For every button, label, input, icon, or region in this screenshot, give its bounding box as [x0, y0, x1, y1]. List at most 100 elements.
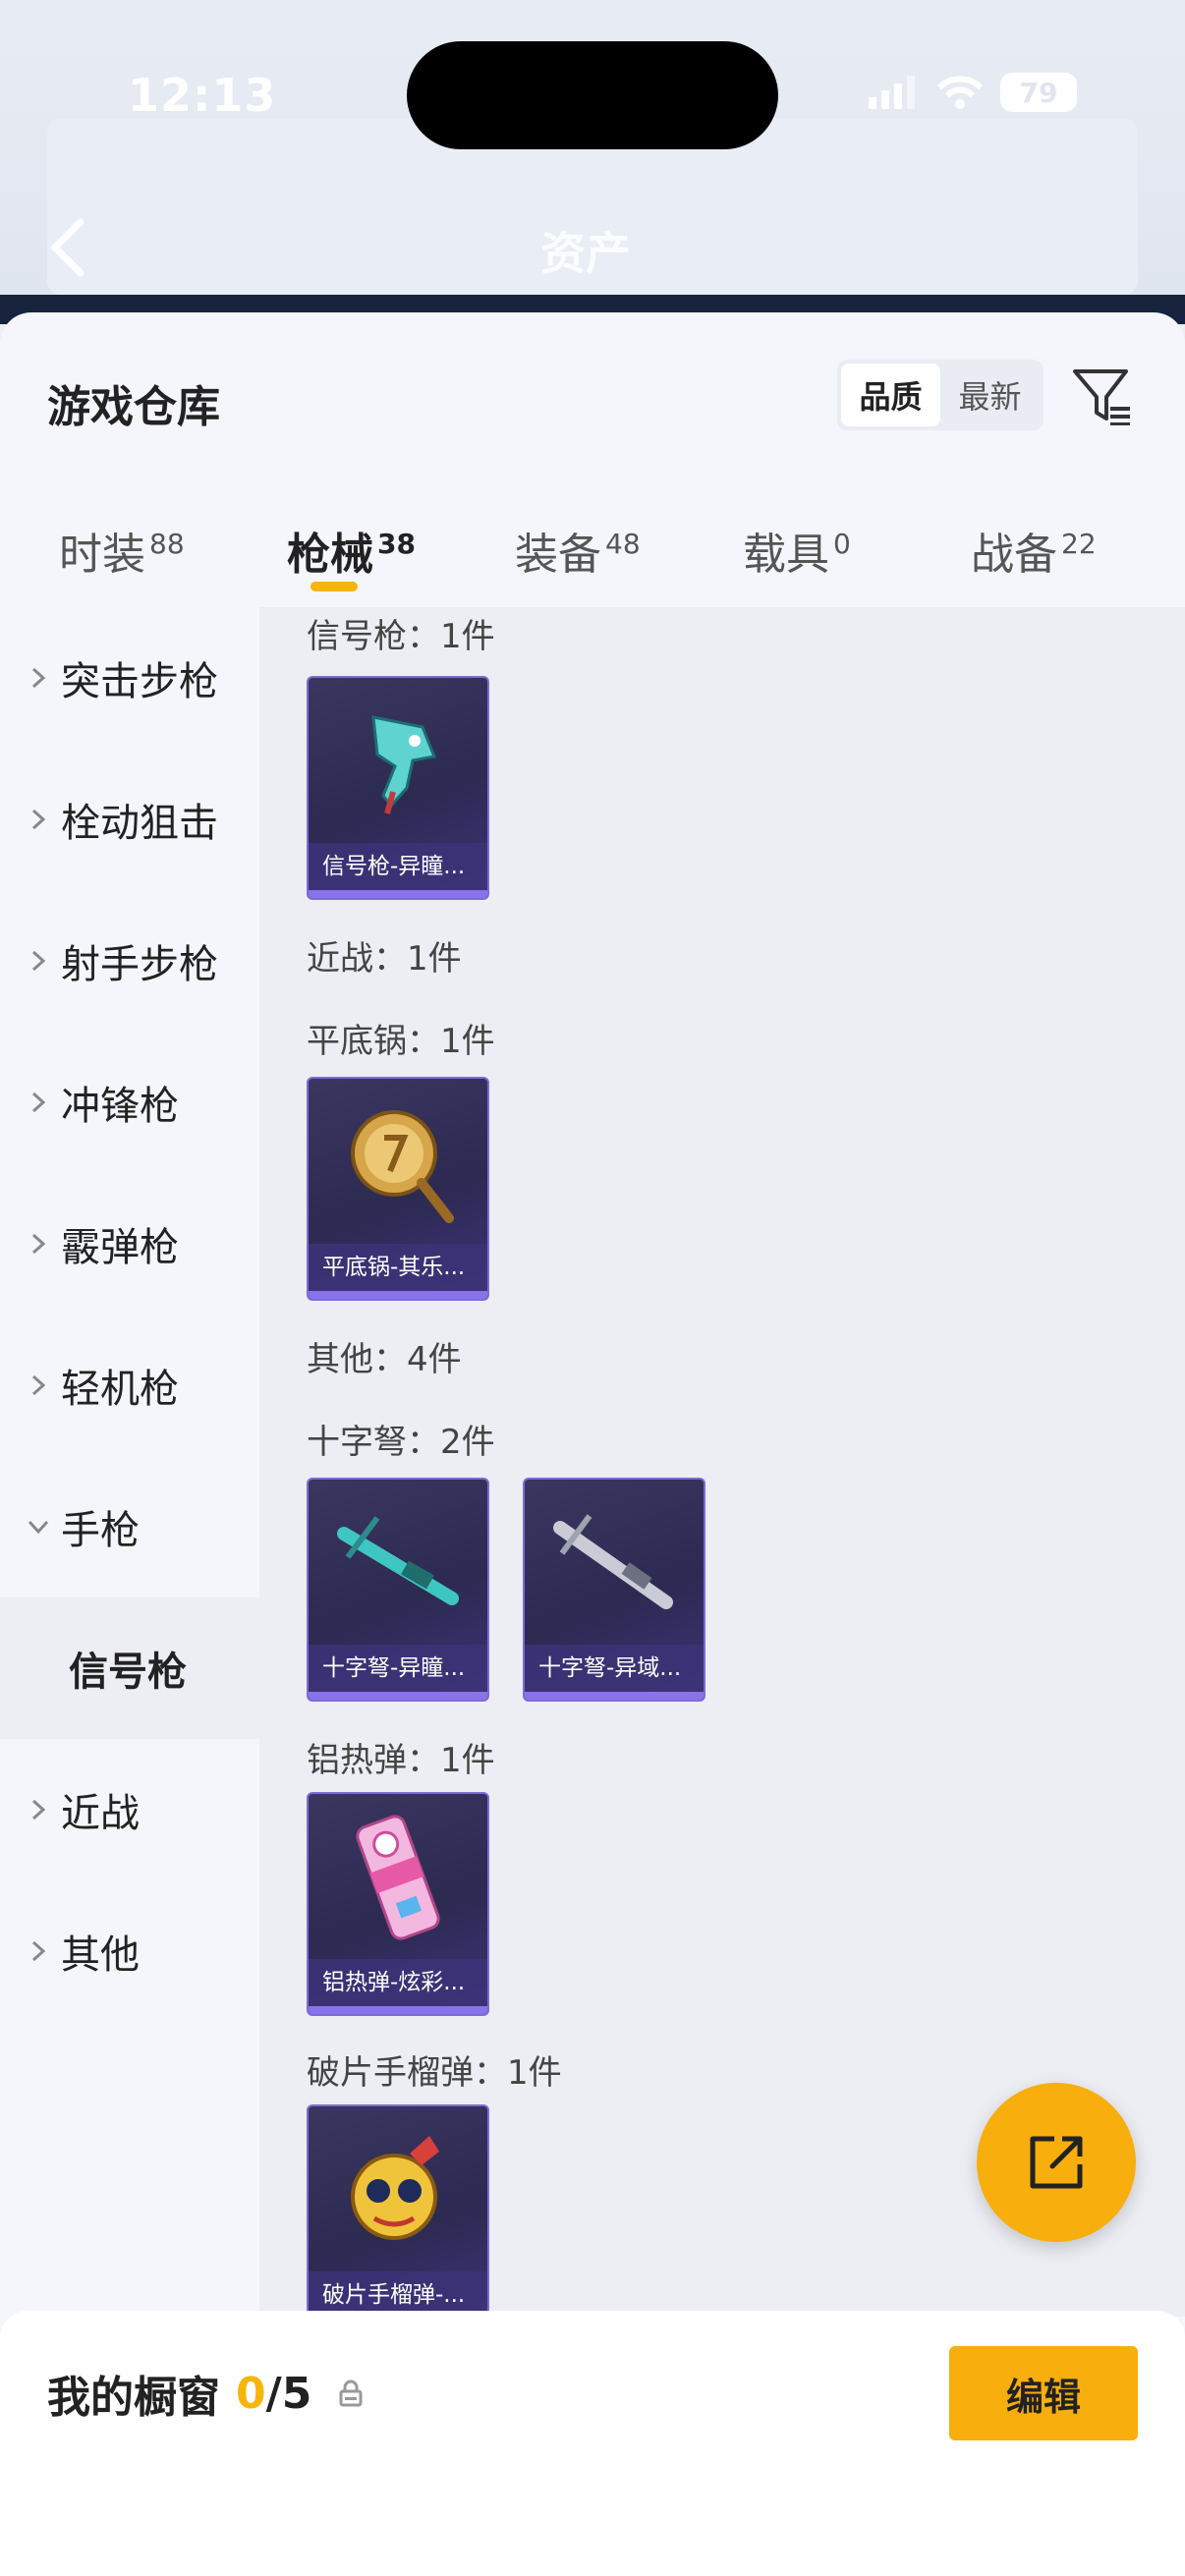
chevron-right-icon	[28, 1233, 49, 1255]
warehouse-panel: 游戏仓库 品质 最新 时装 88 枪械 38 装备 48 载具 0 战备 22 突击步枪 …	[0, 312, 1185, 2576]
tab-count: 0	[833, 528, 851, 561]
tab-equipment[interactable]: 装备 48	[515, 519, 641, 582]
item-card[interactable]: 平底锅-其乐...	[307, 1077, 489, 1301]
group-label: 平底锅：1件	[307, 1022, 495, 1061]
category-assault-rifle[interactable]: 突击步枪	[0, 607, 259, 749]
item-card[interactable]: 破片手榴弹-...	[307, 2104, 489, 2317]
quality-bar	[525, 1692, 704, 1700]
tab-supplies[interactable]: 战备 22	[971, 519, 1097, 582]
chevron-right-icon	[28, 809, 49, 830]
category-flare-gun[interactable]: 信号枪	[0, 1597, 259, 1739]
tab-label: 时装	[59, 530, 145, 580]
category-label: 其他	[61, 1932, 140, 1978]
group-label: 破片手榴弹：1件	[307, 2053, 562, 2093]
category-marksman-rifle[interactable]: 射手步枪	[0, 890, 259, 1032]
back-icon[interactable]	[47, 218, 86, 277]
category-melee[interactable]: 近战	[0, 1739, 259, 1880]
battery-indicator: 79	[1000, 73, 1077, 112]
category-tabs: 时装 88 枪械 38 装备 48 载具 0 战备 22	[0, 499, 1185, 607]
item-name: 十字弩-异瞳...	[309, 1645, 487, 1692]
chevron-right-icon	[28, 1940, 49, 1962]
crossbow-teal-icon	[309, 1480, 487, 1647]
tab-label: 战备	[971, 530, 1057, 580]
signal-icon	[869, 76, 915, 109]
tab-indicator	[310, 582, 358, 591]
chevron-right-icon	[28, 1374, 49, 1396]
status-icons: 79	[869, 73, 1077, 112]
tab-label: 载具	[743, 530, 829, 580]
frying-pan-icon	[309, 1079, 487, 1246]
share-button[interactable]	[977, 2083, 1136, 2242]
tab-vehicles[interactable]: 载具 0	[743, 519, 851, 582]
category-label: 栓动狙击	[61, 801, 218, 846]
crossbow-silver-icon	[525, 1480, 704, 1647]
share-icon	[1030, 2136, 1083, 2189]
category-label: 突击步枪	[61, 659, 218, 704]
category-bolt-sniper[interactable]: 栓动狙击	[0, 749, 259, 890]
quality-bar	[309, 2006, 487, 2014]
showcase-title: 我的橱窗 0/5	[47, 2362, 363, 2425]
tab-label: 装备	[515, 530, 601, 580]
dynamic-island	[407, 41, 778, 149]
item-card[interactable]: 铝热弹-炫彩...	[307, 1792, 489, 2016]
tab-firearms[interactable]: 枪械 38	[287, 519, 416, 582]
showcase-current: 0	[236, 2368, 266, 2419]
wifi-icon	[937, 76, 983, 109]
group-label: 铝热弹：1件	[307, 1741, 495, 1780]
category-label: 射手步枪	[61, 942, 218, 987]
tab-count: 22	[1061, 528, 1097, 561]
group-label: 信号枪：1件	[307, 617, 495, 656]
item-grid-area: 信号枪：1件 信号枪-异瞳... 近战：1件 平底锅：1件 平底锅-其乐... …	[259, 607, 1185, 2317]
category-label: 手枪	[61, 1508, 140, 1553]
group-label: 十字弩：2件	[307, 1423, 495, 1462]
category-label: 近战	[61, 1791, 140, 1836]
grenade-icon	[309, 2106, 487, 2273]
lock-icon	[339, 2380, 363, 2407]
group-label: 近战：1件	[307, 939, 462, 979]
category-label: 霰弹枪	[61, 1225, 179, 1270]
tab-count: 38	[377, 528, 416, 561]
filter-icon[interactable]	[1071, 364, 1134, 426]
thermite-icon	[309, 1794, 487, 1961]
item-card[interactable]: 十字弩-异瞳...	[307, 1478, 489, 1702]
chevron-down-icon	[28, 1516, 49, 1538]
chevron-right-icon	[28, 950, 49, 972]
category-lmg[interactable]: 轻机枪	[0, 1315, 259, 1456]
edit-button[interactable]: 编辑	[949, 2346, 1138, 2440]
showcase-count: 0/5	[236, 2369, 311, 2419]
tab-label: 枪械	[287, 530, 373, 580]
showcase-bar: 我的橱窗 0/5 编辑	[0, 2311, 1185, 2576]
quality-bar	[309, 1291, 487, 1299]
category-pistol[interactable]: 手枪	[0, 1456, 259, 1597]
item-card[interactable]: 信号枪-异瞳...	[307, 676, 489, 900]
panel-title: 游戏仓库	[47, 382, 220, 432]
category-shotgun[interactable]: 霰弹枪	[0, 1173, 259, 1315]
group-label: 其他：4件	[307, 1340, 462, 1379]
showcase-label: 我的橱窗	[47, 2373, 220, 2423]
chevron-right-icon	[28, 1092, 49, 1113]
category-label: 信号枪	[69, 1650, 187, 1695]
quality-bar	[309, 1692, 487, 1700]
item-name: 信号枪-异瞳...	[309, 843, 487, 890]
item-name: 十字弩-异域...	[525, 1645, 704, 1692]
weapon-category-list: 突击步枪 栓动狙击 射手步枪 冲锋枪 霰弹枪 轻机枪 手枪 信号枪 近战 其他	[0, 607, 259, 2317]
sort-newest-button[interactable]: 最新	[940, 364, 1040, 426]
item-card[interactable]: 十字弩-异域...	[523, 1478, 705, 1702]
item-name: 平底锅-其乐...	[309, 1244, 487, 1291]
category-label: 轻机枪	[61, 1367, 179, 1412]
sort-quality-button[interactable]: 品质	[841, 364, 940, 426]
category-label: 冲锋枪	[61, 1084, 179, 1129]
showcase-total: /5	[265, 2368, 312, 2419]
flare-gun-icon	[309, 678, 487, 845]
sort-toggle: 品质 最新	[837, 360, 1044, 430]
tab-count: 88	[149, 528, 185, 561]
status-time: 12:13	[128, 69, 277, 122]
tab-count: 48	[605, 528, 641, 561]
quality-bar	[309, 890, 487, 898]
chevron-right-icon	[28, 1799, 49, 1820]
category-other[interactable]: 其他	[0, 1880, 259, 2022]
tab-fashion[interactable]: 时装 88	[59, 519, 185, 582]
category-smg[interactable]: 冲锋枪	[0, 1032, 259, 1173]
item-name: 铝热弹-炫彩...	[309, 1959, 487, 2006]
chevron-right-icon	[28, 667, 49, 689]
